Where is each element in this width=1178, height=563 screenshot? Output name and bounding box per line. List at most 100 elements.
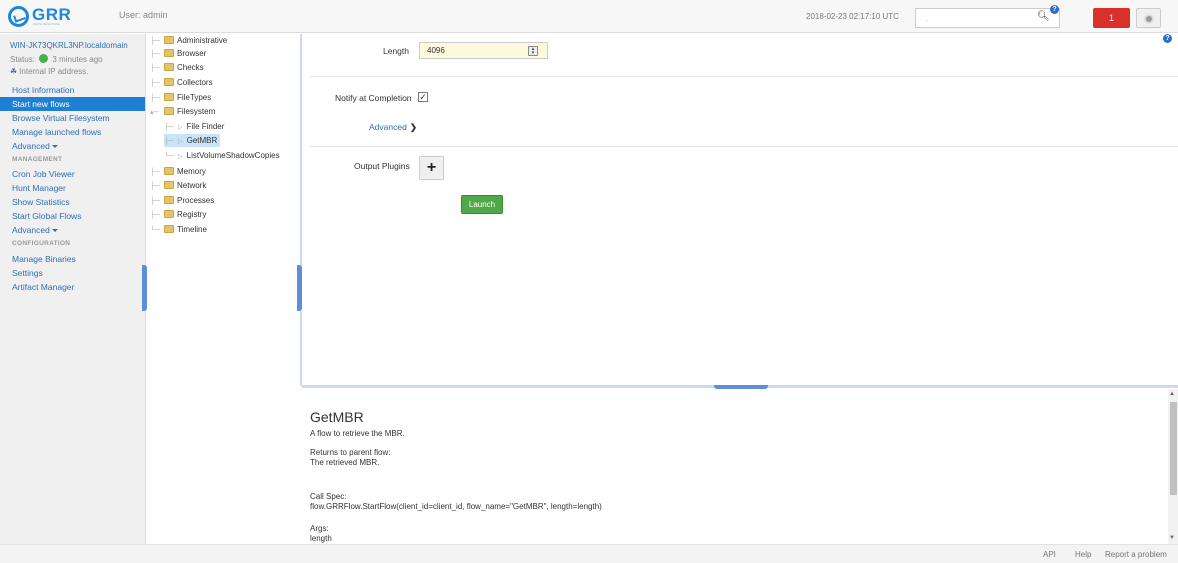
- tree-label: Registry: [177, 210, 207, 219]
- tree-connector: ├─: [150, 169, 160, 176]
- nav-advanced-label: Advanced: [12, 141, 50, 151]
- folder-icon: [164, 93, 174, 101]
- tree-label: Memory: [177, 167, 206, 176]
- footer-report-link[interactable]: Report a problem: [1105, 550, 1167, 559]
- tree-folder-memory[interactable]: ├─ Memory: [150, 165, 206, 178]
- plus-icon: +: [426, 159, 437, 176]
- tree-folder-filetypes[interactable]: ├─ FileTypes: [150, 91, 211, 104]
- length-stepper[interactable]: ▴ ▾: [528, 46, 538, 56]
- search-input[interactable]: [916, 9, 1031, 27]
- launch-button[interactable]: Launch: [461, 195, 503, 214]
- nav-start-global-flows[interactable]: Start Global Flows: [0, 209, 145, 223]
- call-spec-value: flow.GRRFlow.StartFlow(client_id=client_…: [310, 502, 602, 511]
- tree-folder-collectors[interactable]: ├─ Collectors: [150, 76, 213, 89]
- status-value: 3 minutes ago: [52, 55, 103, 64]
- tree-folder-filesystem[interactable]: ▴─ Filesystem: [150, 105, 215, 118]
- form-divider: [310, 76, 1178, 77]
- client-hostname[interactable]: WIN-JK73QKRL3NP.localdomain: [10, 41, 128, 50]
- nav-show-statistics[interactable]: Show Statistics: [0, 195, 145, 209]
- tree-folder-processes[interactable]: ├─ Processes: [150, 194, 214, 207]
- tree-folder-network[interactable]: ├─ Network: [150, 179, 206, 192]
- scroll-down-icon[interactable]: ▼: [1169, 535, 1175, 541]
- flow-arrow-icon: ▷: [178, 125, 183, 131]
- status-online-icon: [39, 54, 49, 63]
- tree-flow-list-volume-shadow-copies[interactable]: └─ ▷ ListVolumeShadowCopies: [164, 149, 280, 162]
- client-ip-label: Internal IP address.: [19, 67, 89, 76]
- tree-label: Collectors: [177, 78, 213, 87]
- tree-connector: ├─: [164, 124, 174, 131]
- advanced-toggle[interactable]: Advanced ❯: [369, 122, 417, 133]
- nav-advanced-management[interactable]: Advanced: [0, 223, 145, 237]
- folder-icon: [164, 181, 174, 189]
- folder-icon: [164, 78, 174, 86]
- folder-icon: [164, 49, 174, 57]
- footer-api-link[interactable]: API: [1043, 550, 1056, 559]
- section-management: MANAGEMENT: [12, 156, 63, 163]
- nav-advanced-client[interactable]: Advanced: [0, 139, 145, 153]
- flow-arrow-icon: ▷: [178, 154, 183, 160]
- folder-icon: [164, 225, 174, 233]
- tree-connector-open: ▴─: [150, 109, 159, 116]
- tree-folder-administrative[interactable]: ├─ Administrative: [150, 34, 227, 47]
- nav-hunt-manager[interactable]: Hunt Manager: [0, 181, 145, 195]
- chevron-right-icon: ❯: [409, 122, 417, 132]
- nav-start-new-flows[interactable]: Start new flows: [0, 97, 145, 111]
- tree-label: Timeline: [177, 225, 207, 234]
- output-plugins-label: Output Plugins: [354, 161, 410, 171]
- scrollbar-thumb[interactable]: [1170, 402, 1177, 495]
- tree-label: File Finder: [186, 122, 225, 131]
- client-ip[interactable]: ☘ Internal IP address.: [10, 67, 88, 76]
- nav-artifact-manager[interactable]: Artifact Manager: [0, 280, 145, 294]
- tree-connector: ├─: [150, 51, 160, 58]
- footer-help-link[interactable]: Help: [1075, 550, 1091, 559]
- arg-name: length: [310, 534, 332, 543]
- notify-label: Notify at Completion: [335, 93, 412, 103]
- nav-manage-binaries[interactable]: Manage Binaries: [0, 252, 145, 266]
- folder-icon: [164, 36, 174, 44]
- tree-connector: ├─: [164, 138, 174, 145]
- grr-logo[interactable]: GRR RAPID RESPONSE: [8, 5, 88, 28]
- nav-settings[interactable]: Settings: [0, 266, 145, 280]
- advanced-label: Advanced: [369, 122, 407, 132]
- tree-connector: ├─: [150, 183, 160, 190]
- tree-folder-registry[interactable]: ├─ Registry: [150, 208, 206, 221]
- tree-connector: └─: [164, 153, 174, 160]
- nav-browse-vfs[interactable]: Browse Virtual Filesystem: [0, 111, 145, 125]
- args-label: Args:: [310, 524, 329, 533]
- help-icon[interactable]: ?: [1050, 5, 1059, 14]
- network-icon: ☘: [10, 67, 18, 76]
- flow-title: GetMBR: [310, 409, 364, 425]
- add-output-plugin-button[interactable]: +: [419, 156, 444, 180]
- flow-summary: A flow to retrieve the MBR.: [310, 429, 405, 438]
- notifications-button[interactable]: 1: [1093, 8, 1130, 28]
- scroll-up-icon[interactable]: ▲: [1169, 391, 1175, 397]
- tree-label: GetMBR: [186, 136, 218, 145]
- flow-description: GetMBR A flow to retrieve the MBR. Retur…: [302, 389, 1168, 544]
- tree-label: Administrative: [177, 36, 228, 45]
- returns-value: The retrieved MBR.: [310, 458, 380, 467]
- flow-tree: ├─ Administrative ├─ Browser ├─ Checks ├─ Co…: [147, 34, 297, 544]
- tree-connector: ├─: [150, 212, 160, 219]
- tree-flow-getmbr[interactable]: ├─ ▷ GetMBR: [164, 134, 221, 147]
- tree-connector: ├─: [150, 65, 160, 72]
- tree-connector: └─: [150, 227, 160, 234]
- form-divider: [310, 146, 1178, 147]
- help-icon[interactable]: ?: [1163, 34, 1172, 43]
- notify-checkbox[interactable]: ✓: [418, 92, 428, 102]
- tree-folder-browser[interactable]: ├─ Browser: [150, 47, 206, 60]
- tree-label: Processes: [177, 196, 215, 205]
- tree-label: Filesystem: [177, 107, 216, 116]
- tree-folder-checks[interactable]: ├─ Checks: [150, 61, 204, 74]
- nav-cron-job-viewer[interactable]: Cron Job Viewer: [0, 167, 145, 181]
- search-icon[interactable]: 🔍︎: [1037, 11, 1050, 22]
- flow-arrow-icon: ▷: [178, 139, 183, 145]
- status-label: Status:: [10, 55, 35, 64]
- tree-label: Checks: [177, 63, 204, 72]
- tree-flow-file-finder[interactable]: ├─ ▷ File Finder: [164, 120, 224, 133]
- logo-subtitle: RAPID RESPONSE: [33, 22, 60, 26]
- user-settings-button[interactable]: [1136, 8, 1161, 28]
- nav-manage-launched-flows[interactable]: Manage launched flows: [0, 125, 145, 139]
- tree-folder-timeline[interactable]: └─ Timeline: [150, 223, 207, 236]
- nav-host-information[interactable]: Host Information: [0, 83, 145, 97]
- user-label: User: admin: [119, 10, 168, 20]
